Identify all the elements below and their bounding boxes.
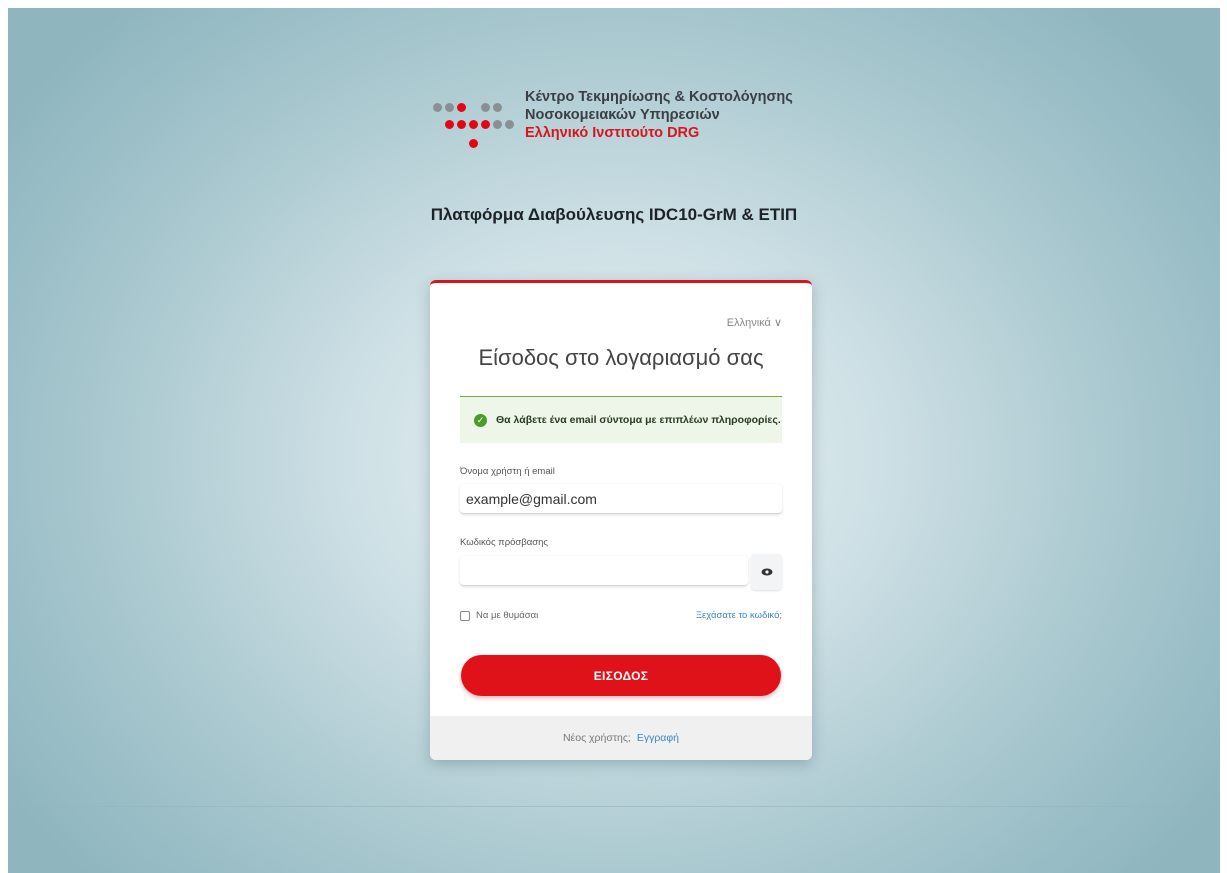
login-title: Είσοδος στο λογαριασμό σας: [478, 345, 764, 370]
page-background: Κέντρο Τεκμηρίωσης & Κοστολόγησης Νοσοκο…: [8, 8, 1220, 873]
login-button[interactable]: ΕΙΣΟΔΟΣ: [461, 655, 781, 696]
register-link[interactable]: Εγγραφή: [637, 732, 679, 744]
platform-title: Πλατφόρμα Διαβούλευσης IDC10-GrM & ΕΤΙΠ: [430, 205, 798, 224]
eye-icon: [761, 568, 772, 576]
show-password-button[interactable]: [751, 554, 782, 590]
divider: [8, 806, 1220, 807]
password-input[interactable]: [460, 556, 748, 586]
success-alert: ✓ Θα λάβετε ένα email σύντομα με επιπλέω…: [460, 396, 782, 443]
new-user-text: Νέος χρήστης;: [562, 732, 631, 744]
language-selector[interactable]: Ελληνικά ∨: [727, 316, 782, 329]
forgot-password-link[interactable]: Ξεχάσατε το κωδικό;: [696, 610, 782, 621]
logo: Κέντρο Τεκμηρίωσης & Κοστολόγησης Νοσοκο…: [433, 86, 853, 166]
logo-dots: [433, 92, 523, 162]
logo-line-1: Κέντρο Τεκμηρίωσης & Κοστολόγησης: [525, 89, 793, 105]
remember-me-label: Να με θυμάσαι: [476, 610, 539, 621]
register-footer: Νέος χρήστης; Εγγραφή: [430, 716, 812, 760]
login-card: Ελληνικά ∨ Είσοδος στο λογαριασμό σας ✓ …: [430, 280, 812, 760]
username-input[interactable]: [460, 484, 782, 514]
alert-message: Θα λάβετε ένα email σύντομα με επιπλέων …: [496, 414, 781, 426]
logo-line-2: Νοσοκομειακών Υπηρεσιών: [525, 107, 720, 123]
password-label: Κωδικός πρόσβασης: [460, 537, 548, 548]
check-circle-icon: ✓: [474, 413, 487, 427]
remember-me[interactable]: Να με θυμάσαι: [460, 610, 538, 621]
username-label: Όνομα χρήστη ή email: [460, 466, 555, 477]
logo-line-3: Ελληνικό Ινστιτούτο DRG: [525, 125, 700, 141]
logo-text: Κέντρο Τεκμηρίωσης & Κοστολόγησης Νοσοκο…: [525, 88, 793, 142]
checkbox-icon[interactable]: [460, 610, 470, 621]
